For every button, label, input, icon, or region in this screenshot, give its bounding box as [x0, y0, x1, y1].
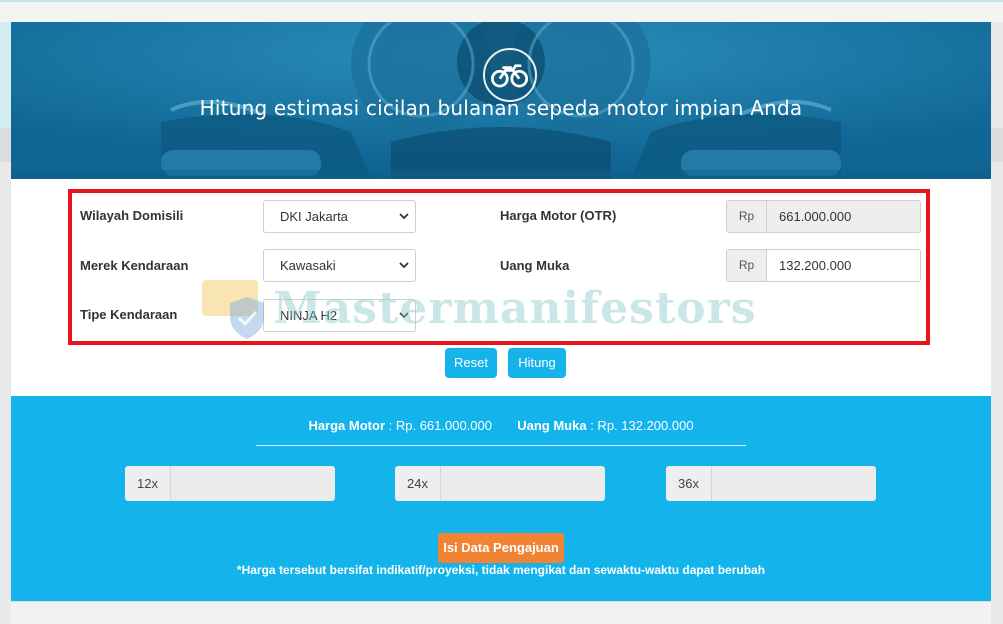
- harga-summary-value: : Rp. 661.000.000: [388, 418, 492, 433]
- uang-muka-prefix: Rp: [727, 250, 767, 281]
- harga-label: Harga Motor (OTR): [500, 208, 617, 223]
- tenor-36x: 36x: [666, 466, 876, 501]
- merek-select[interactable]: Kawasaki: [263, 249, 416, 282]
- disclaimer-note: *Harga tersebut bersifat indikatif/proye…: [236, 563, 766, 577]
- hitung-button[interactable]: Hitung: [508, 348, 566, 378]
- watermark-shield-icon: [230, 297, 264, 339]
- tenor-24x-value[interactable]: [441, 466, 605, 501]
- harga-input-group: Rp 661.000.000: [726, 200, 921, 233]
- tenor-12x-value[interactable]: [171, 466, 335, 501]
- wilayah-select[interactable]: DKI Jakarta: [263, 200, 416, 233]
- tenor-36x-value[interactable]: [712, 466, 876, 501]
- tipe-label: Tipe Kendaraan: [80, 307, 178, 322]
- wilayah-value: DKI Jakarta: [280, 209, 348, 224]
- top-strip: [0, 0, 1003, 22]
- tenor-12x-label: 12x: [125, 466, 171, 501]
- motorcycle-icon: [483, 48, 537, 102]
- hero-title: Hitung estimasi cicilan bulanan sepeda m…: [199, 96, 803, 120]
- tenor-24x-label: 24x: [395, 466, 441, 501]
- chevron-down-icon: [399, 262, 409, 269]
- uang-muka-label: Uang Muka: [500, 258, 570, 273]
- merek-label: Merek Kendaraan: [80, 258, 189, 273]
- harga-prefix: Rp: [727, 201, 767, 232]
- price-summary: Harga Motor : Rp. 661.000.000 Uang Muka …: [11, 418, 991, 433]
- watermark-text: Mastermanifestors: [273, 283, 757, 334]
- merek-value: Kawasaki: [280, 258, 336, 273]
- tenor-36x-label: 36x: [666, 466, 712, 501]
- reset-button[interactable]: Reset: [445, 348, 497, 378]
- tenor-12x: 12x: [125, 466, 335, 501]
- wilayah-label: Wilayah Domisili: [80, 208, 184, 223]
- isi-data-pengajuan-button[interactable]: Isi Data Pengajuan: [438, 533, 564, 563]
- hero-banner: Hitung estimasi cicilan bulanan sepeda m…: [11, 22, 991, 179]
- harga-summary-label: Harga Motor: [308, 418, 385, 433]
- results-panel: Harga Motor : Rp. 661.000.000 Uang Muka …: [11, 396, 991, 601]
- harga-input[interactable]: 661.000.000: [767, 201, 920, 232]
- dp-summary-label: Uang Muka: [517, 418, 587, 433]
- dp-summary-value: : Rp. 132.200.000: [590, 418, 694, 433]
- bottom-strip: [11, 601, 991, 624]
- uang-muka-input-group: Rp 132.200.000: [726, 249, 921, 282]
- tenor-24x: 24x: [395, 466, 605, 501]
- chevron-down-icon: [399, 213, 409, 220]
- calculator-form: Wilayah Domisili DKI Jakarta Merek Kenda…: [11, 179, 991, 396]
- summary-divider: [256, 445, 746, 446]
- uang-muka-input[interactable]: 132.200.000: [767, 250, 920, 281]
